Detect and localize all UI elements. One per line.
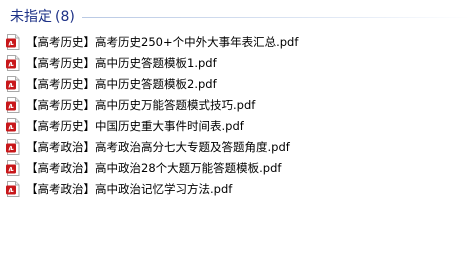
file-name: 【高考历史】高中历史答题模板1.pdf: [26, 55, 217, 70]
file-name: 【高考历史】高中历史答题模板2.pdf: [26, 76, 217, 91]
group-item-count: (8): [55, 9, 75, 25]
file-name: 【高考政治】高中政治28个大题万能答题模板.pdf: [26, 160, 282, 175]
pdf-file-icon: [6, 159, 20, 176]
file-list: 【高考历史】高考历史250+个中外大事年表汇总.pdf 【高考历史】高中历史答题…: [6, 31, 298, 199]
pdf-file-icon: [6, 33, 20, 50]
file-item[interactable]: 【高考历史】中国历史重大事件时间表.pdf: [6, 115, 298, 136]
pdf-file-icon: [6, 96, 20, 113]
file-item[interactable]: 【高考历史】高中历史答题模板1.pdf: [6, 52, 298, 73]
pdf-file-icon: [6, 138, 20, 155]
pdf-file-icon: [6, 54, 20, 71]
file-item[interactable]: 【高考政治】高中政治记忆学习方法.pdf: [6, 178, 298, 199]
file-item[interactable]: 【高考历史】高考历史250+个中外大事年表汇总.pdf: [6, 31, 298, 52]
group-header[interactable]: 未指定 (8): [10, 6, 470, 26]
group-title-label: 未指定: [10, 9, 52, 25]
file-name: 【高考政治】高中政治记忆学习方法.pdf: [26, 181, 233, 196]
file-name: 【高考历史】高考历史250+个中外大事年表汇总.pdf: [26, 34, 299, 49]
pdf-file-icon: [6, 117, 20, 134]
pdf-file-icon: [6, 180, 20, 197]
file-item[interactable]: 【高考政治】高中政治28个大题万能答题模板.pdf: [6, 157, 298, 178]
group-divider: [81, 16, 470, 18]
pdf-file-icon: [6, 75, 20, 92]
file-name: 【高考政治】高考政治高分七大专题及答题角度.pdf: [26, 139, 290, 154]
file-item[interactable]: 【高考政治】高考政治高分七大专题及答题角度.pdf: [6, 136, 298, 157]
file-item[interactable]: 【高考历史】高中历史答题模板2.pdf: [6, 73, 298, 94]
file-name: 【高考历史】中国历史重大事件时间表.pdf: [26, 118, 244, 133]
file-name: 【高考历史】高中历史万能答题模式技巧.pdf: [26, 97, 256, 112]
file-item[interactable]: 【高考历史】高中历史万能答题模式技巧.pdf: [6, 94, 298, 115]
group-title: 未指定 (8): [10, 6, 75, 26]
